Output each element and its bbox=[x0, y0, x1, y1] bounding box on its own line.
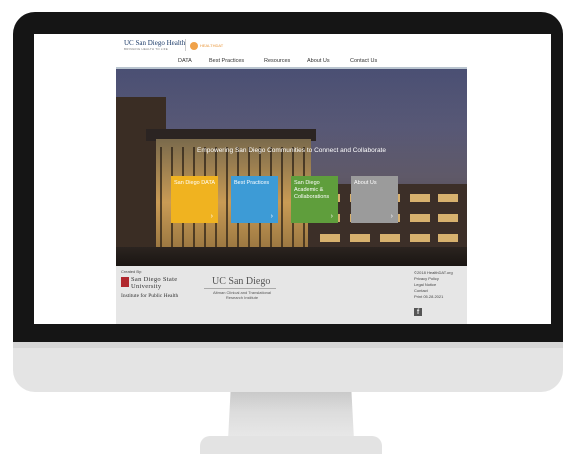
hero-heading: Empowering San Diego Communities to Conn… bbox=[197, 147, 386, 154]
chevron-right-icon: › bbox=[270, 213, 273, 220]
nav-item-contact-us[interactable]: Contact Us bbox=[350, 58, 377, 64]
tile-label: San Diego DATA bbox=[174, 180, 216, 186]
tile-san-diego-data[interactable]: San Diego DATA › bbox=[171, 176, 218, 223]
chevron-right-icon: › bbox=[210, 213, 213, 220]
hero-ground bbox=[116, 247, 467, 266]
window bbox=[438, 194, 458, 202]
tile-academic-collaborations[interactable]: San Diego Academic & Collaborations › bbox=[291, 176, 338, 223]
monitor-chin-edge bbox=[13, 342, 563, 348]
nav-item-about-us[interactable]: About Us bbox=[307, 58, 330, 64]
ucsd-logo-rule bbox=[204, 288, 276, 289]
monitor-stand-base bbox=[200, 436, 382, 454]
window bbox=[380, 234, 400, 242]
tile-about-us[interactable]: About Us › bbox=[351, 176, 398, 223]
window bbox=[410, 214, 430, 222]
tile-best-practices[interactable]: Best Practices › bbox=[231, 176, 278, 223]
sdsu-logo-line2[interactable]: University bbox=[131, 283, 161, 290]
healthdat-logo-icon bbox=[190, 42, 198, 50]
tile-label: About Us bbox=[354, 180, 377, 186]
ucsd-health-logo[interactable]: UC San Diego Health bbox=[124, 39, 185, 47]
footer-print-date: Print 05.28.2021 bbox=[414, 294, 444, 299]
site-footer: Created By: San Diego State University I… bbox=[116, 266, 467, 324]
monitor-chin bbox=[13, 342, 563, 392]
sdsu-shield-icon bbox=[121, 277, 129, 287]
hero-banner: Empowering San Diego Communities to Conn… bbox=[116, 69, 467, 266]
website: UC San Diego Health BRINGING HEALTH TO L… bbox=[116, 34, 467, 324]
window bbox=[320, 234, 340, 242]
healthdat-logo-text[interactable]: HEALTHDAT bbox=[200, 43, 223, 48]
ucsd-health-tagline: BRINGING HEALTH TO LIFE bbox=[124, 47, 168, 51]
created-by-label: Created By: bbox=[121, 269, 143, 274]
monitor-screen: UC San Diego Health BRINGING HEALTH TO L… bbox=[34, 34, 551, 324]
chevron-right-icon: › bbox=[330, 213, 333, 220]
tile-label: San Diego Academic & Collaborations bbox=[294, 180, 330, 200]
site-header: UC San Diego Health BRINGING HEALTH TO L… bbox=[116, 34, 467, 56]
nav-item-data[interactable]: DATA bbox=[178, 58, 192, 64]
window bbox=[438, 234, 458, 242]
footer-links: ©2018 HealthDAT.org Privacy Policy Legal… bbox=[414, 270, 453, 300]
window bbox=[350, 234, 370, 242]
sdsu-logo-line1[interactable]: San Diego State bbox=[131, 276, 177, 283]
nav-item-best-practices[interactable]: Best Practices bbox=[209, 58, 244, 64]
window bbox=[410, 234, 430, 242]
nav-item-resources[interactable]: Resources bbox=[264, 58, 290, 64]
window bbox=[438, 214, 458, 222]
chevron-right-icon: › bbox=[390, 213, 393, 220]
altman-institute-line2: Research Institute bbox=[225, 295, 259, 300]
window bbox=[410, 194, 430, 202]
monitor-stand-neck bbox=[228, 392, 354, 440]
logo-divider bbox=[185, 39, 186, 51]
ucsd-footer-logo[interactable]: UC San Diego bbox=[212, 276, 270, 287]
sdsu-institute-name[interactable]: Institute for Public Health bbox=[121, 293, 178, 299]
facebook-icon[interactable]: f bbox=[414, 308, 422, 316]
tile-label: Best Practices bbox=[234, 180, 270, 186]
